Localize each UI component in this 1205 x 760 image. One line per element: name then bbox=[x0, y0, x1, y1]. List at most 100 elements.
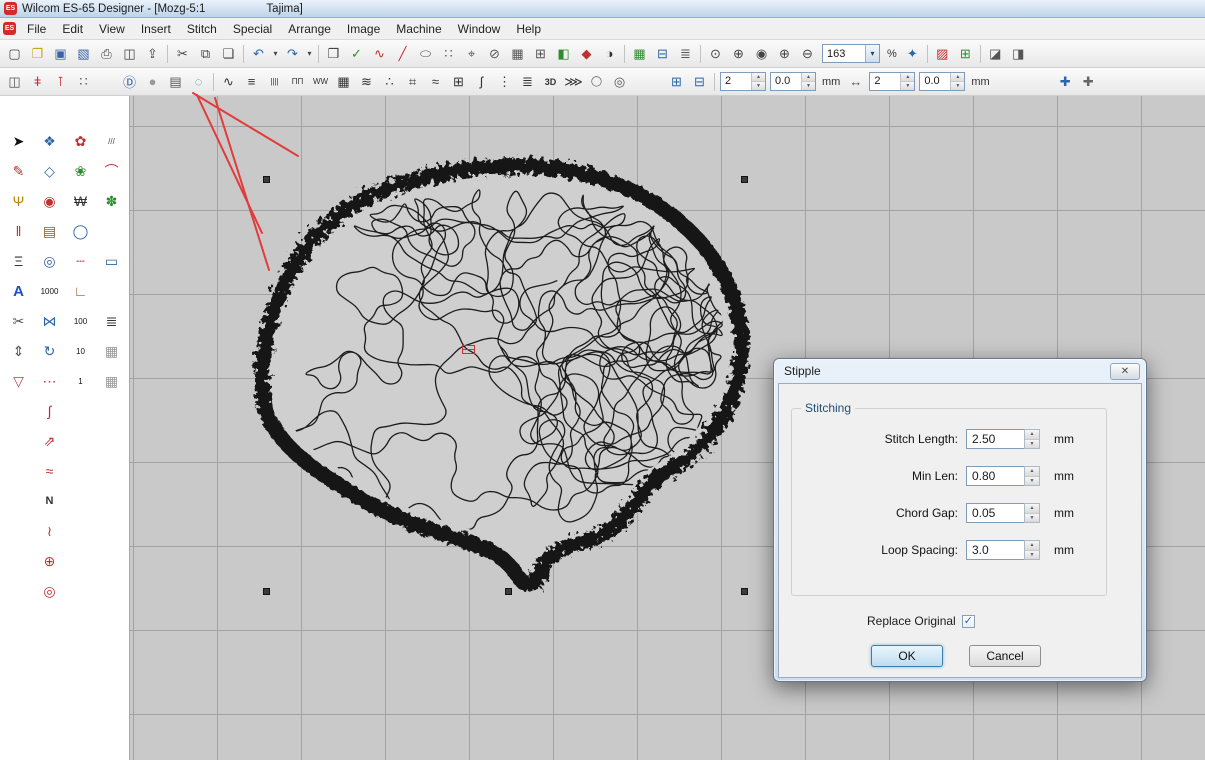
menu-item[interactable]: Window bbox=[450, 19, 509, 39]
lettering-icon[interactable]: A bbox=[6, 279, 31, 304]
zigzag-object-icon[interactable]: ∿ bbox=[368, 43, 391, 65]
stipple-run-icon[interactable]: ▤ bbox=[164, 71, 187, 93]
motif-fill-icon[interactable]: ❀ bbox=[68, 159, 93, 184]
contrast-view-icon[interactable]: ◑ bbox=[598, 43, 621, 65]
copy-icon[interactable]: ⧉ bbox=[194, 43, 217, 65]
pan-cross-icon[interactable]: ✚ bbox=[1077, 71, 1100, 93]
print-preview-icon[interactable]: ◫ bbox=[118, 43, 141, 65]
freehand-draw-icon[interactable]: ✎ bbox=[6, 159, 31, 184]
grid-major-spinner[interactable]: 2 ▲▼ bbox=[720, 72, 766, 91]
spin-down-icon[interactable]: ▼ bbox=[1025, 514, 1039, 523]
corner-tool-icon[interactable]: ∟ bbox=[68, 279, 93, 304]
ring-object-icon[interactable]: ◎ bbox=[608, 71, 631, 93]
field-input[interactable]: 0.05 bbox=[966, 503, 1024, 523]
contour-fill-icon[interactable]: ≈ bbox=[424, 71, 447, 93]
zoom-out-icon[interactable]: ⊖ bbox=[796, 43, 819, 65]
chevron-down-icon[interactable]: ▾ bbox=[865, 45, 879, 62]
arc-tool-icon[interactable]: ⌒ bbox=[99, 159, 124, 184]
table-view-icon[interactable]: ⊞ bbox=[529, 43, 552, 65]
cone-tool-icon[interactable]: ▽ bbox=[6, 369, 31, 394]
selection-handle[interactable] bbox=[741, 176, 748, 183]
spin-down-icon[interactable]: ▼ bbox=[1025, 551, 1039, 560]
field-input[interactable]: 0.80 bbox=[966, 466, 1024, 486]
dot-fill-icon[interactable]: ∷ bbox=[437, 43, 460, 65]
chart-icon[interactable]: ◧ bbox=[552, 43, 575, 65]
rectangle-tool-icon[interactable]: ▭ bbox=[99, 249, 124, 274]
spin-up-icon[interactable]: ▲ bbox=[901, 73, 914, 82]
cancel-button[interactable]: Cancel bbox=[969, 645, 1041, 667]
grid-view-icon[interactable]: ▦ bbox=[506, 43, 529, 65]
zoom-in-icon[interactable]: ⊕ bbox=[773, 43, 796, 65]
wave-run-icon[interactable]: ≈ bbox=[37, 459, 62, 484]
petal-motif-icon[interactable]: ✽ bbox=[99, 189, 124, 214]
grid-major-value[interactable]: 2 bbox=[721, 73, 751, 90]
rotate-tool-icon[interactable]: ↻ bbox=[37, 339, 62, 364]
stipple-border-icon[interactable]: ◌ bbox=[187, 71, 210, 93]
document-logo-icon[interactable]: ES bbox=[3, 22, 16, 35]
oval-object-icon[interactable]: ● bbox=[141, 71, 164, 93]
lattice-fill-icon[interactable]: ⊞ bbox=[447, 71, 470, 93]
travel-1-icon[interactable]: 1 bbox=[68, 369, 93, 394]
zoom-input[interactable]: 163 bbox=[823, 48, 865, 60]
menu-item[interactable]: View bbox=[91, 19, 133, 39]
stretch-tool-icon[interactable]: ⇕ bbox=[6, 339, 31, 364]
field-spinner[interactable]: ▲▼ bbox=[1024, 429, 1040, 449]
spin-up-icon[interactable]: ▲ bbox=[802, 73, 815, 82]
threed-effect-icon[interactable]: 3D bbox=[539, 71, 562, 93]
menu-item[interactable]: Edit bbox=[54, 19, 91, 39]
fancy-fill-icon[interactable]: ✿ bbox=[68, 129, 93, 154]
field-spinner[interactable]: ▲▼ bbox=[1024, 466, 1040, 486]
motif-run-icon[interactable]: ≋ bbox=[355, 71, 378, 93]
cut-icon[interactable]: ✂ bbox=[171, 43, 194, 65]
zoom-1to1-icon[interactable]: ◉ bbox=[750, 43, 773, 65]
rings-target-icon[interactable]: ◎ bbox=[37, 579, 62, 604]
open-design-icon[interactable]: ❐ bbox=[26, 43, 49, 65]
spin-down-icon[interactable]: ▼ bbox=[802, 82, 815, 90]
stamp-icon[interactable]: ▤ bbox=[37, 219, 62, 244]
n-polyline-icon[interactable]: N bbox=[37, 489, 62, 514]
dialog-titlebar[interactable]: Stipple ✕ bbox=[778, 359, 1142, 383]
pattern-icon[interactable]: ▨ bbox=[931, 43, 954, 65]
e-stitch-tool-icon[interactable]: Ξ bbox=[6, 249, 31, 274]
field-input[interactable]: 3.0 bbox=[966, 540, 1024, 560]
save-all-icon[interactable]: ▧ bbox=[72, 43, 95, 65]
globe-tool-icon[interactable]: ◎ bbox=[37, 249, 62, 274]
spin-up-icon[interactable]: ▲ bbox=[1025, 541, 1039, 551]
menu-item[interactable]: Special bbox=[225, 19, 280, 39]
menu-item[interactable]: Help bbox=[508, 19, 549, 39]
field-input[interactable]: 2.50 bbox=[966, 429, 1024, 449]
triple-run-icon[interactable]: ≡ bbox=[240, 71, 263, 93]
menu-item[interactable]: File bbox=[19, 19, 54, 39]
scissors-icon[interactable]: ✂ bbox=[6, 309, 31, 334]
travel-100-icon[interactable]: 100 bbox=[68, 309, 93, 334]
verify-design-icon[interactable]: ✓ bbox=[345, 43, 368, 65]
circle-outline-icon[interactable]: ◯ bbox=[585, 71, 608, 93]
run-stitch-icon[interactable]: ∿ bbox=[217, 71, 240, 93]
needle-point-icon[interactable]: ǂ bbox=[26, 71, 49, 93]
nudge-cross-icon[interactable]: ✚ bbox=[1054, 71, 1077, 93]
undo-icon[interactable]: ↶ bbox=[247, 43, 270, 65]
parallel-column-icon[interactable]: ‖ bbox=[6, 219, 31, 244]
embroidery-design-brain[interactable] bbox=[240, 146, 780, 596]
auto-digitize-icon[interactable]: ⊞ bbox=[954, 43, 977, 65]
selection-handle[interactable] bbox=[263, 176, 270, 183]
zoom-box-icon[interactable]: ⊕ bbox=[727, 43, 750, 65]
field-spinner[interactable]: ▲▼ bbox=[1024, 503, 1040, 523]
zigzag-column-icon[interactable]: ₩ bbox=[68, 189, 93, 214]
stem-run-icon[interactable]: ⇗ bbox=[37, 429, 62, 454]
zigzag-stitch-icon[interactable]: WW bbox=[309, 71, 332, 93]
save-design-icon[interactable]: ▣ bbox=[49, 43, 72, 65]
run-tool-icon[interactable]: ┄ bbox=[68, 249, 93, 274]
cross-hatch-icon[interactable]: ⌗ bbox=[401, 71, 424, 93]
spin-down-icon[interactable]: ▼ bbox=[951, 82, 964, 90]
ok-button[interactable]: OK bbox=[871, 645, 943, 667]
selection-handle[interactable] bbox=[263, 588, 270, 595]
redo-icon[interactable]: ↷ bbox=[281, 43, 304, 65]
stitch-edit-icon[interactable]: ⊘ bbox=[483, 43, 506, 65]
grid-size-value[interactable]: 0.0 bbox=[771, 73, 801, 90]
grid-settings-icon[interactable]: ▦ bbox=[628, 43, 651, 65]
print-icon[interactable]: ⎙ bbox=[95, 43, 118, 65]
menu-item[interactable]: Image bbox=[339, 19, 388, 39]
spin-up-icon[interactable]: ▲ bbox=[951, 73, 964, 82]
ladder-stitch-icon[interactable]: ≣ bbox=[99, 309, 124, 334]
